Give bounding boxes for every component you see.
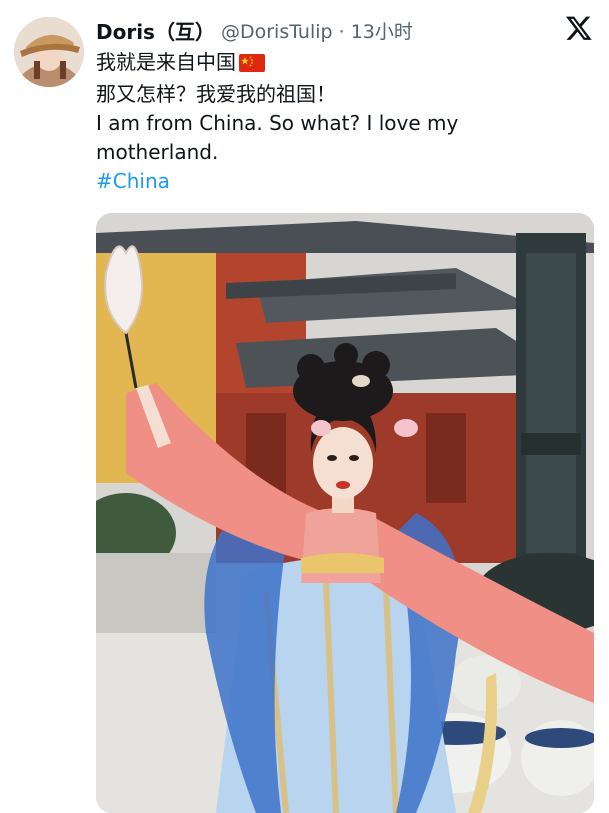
x-logo-icon[interactable]	[565, 14, 593, 42]
tweet-line-4: motherland.	[96, 140, 219, 164]
avatar[interactable]	[14, 17, 84, 87]
tweet-line-1: 我就是来自中国	[96, 48, 596, 80]
tweet-header: Doris（互） @DorisTulip · 13小时	[96, 14, 589, 46]
hashtag-link[interactable]: #China	[96, 167, 596, 196]
handle-and-time[interactable]: @DorisTulip · 13小时	[221, 17, 413, 44]
tweet-line-2: 那又怎样？我爱我的祖国！	[96, 82, 336, 106]
tweet-line-3: I am from China. So what? I love my	[96, 111, 459, 135]
tweet-text: 我就是来自中国 那又怎样？我爱我的祖国！ I am from China. So…	[96, 48, 596, 196]
tweet-photo[interactable]	[96, 213, 594, 813]
china-flag-icon	[239, 51, 265, 80]
display-name[interactable]: Doris（互）	[96, 16, 215, 45]
